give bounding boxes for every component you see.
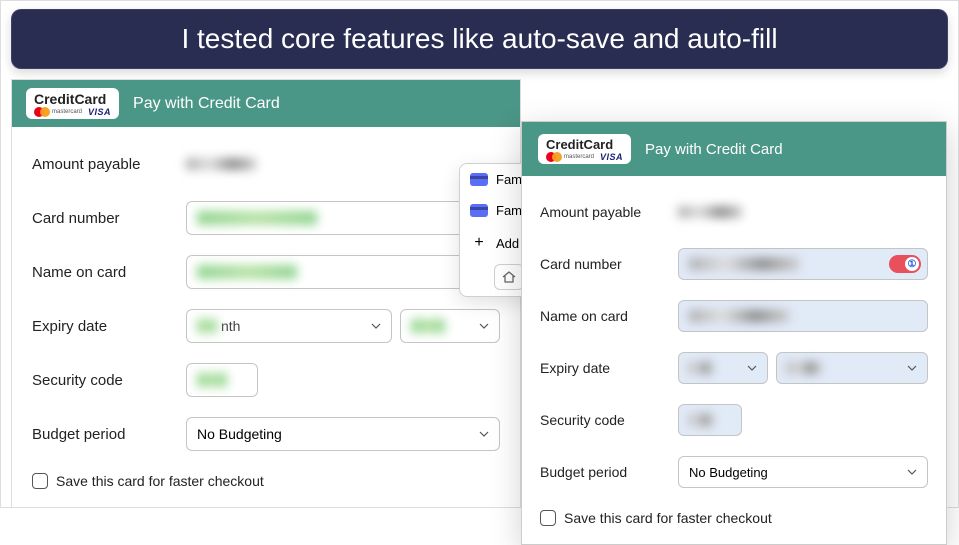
form-body: Amount payable Card number ① Name on car… <box>522 176 946 544</box>
name-on-card-input[interactable] <box>678 300 928 332</box>
save-card-label: Save this card for faster checkout <box>564 510 772 526</box>
name-on-card-label: Name on card <box>540 308 660 324</box>
mastercard-icon: mastercard <box>34 107 82 117</box>
card-number-input[interactable]: ① <box>678 248 928 280</box>
security-code-input[interactable] <box>678 404 742 436</box>
name-on-card-label: Name on card <box>32 264 168 281</box>
chevron-down-icon <box>371 321 381 331</box>
save-card-checkbox[interactable] <box>32 473 48 489</box>
name-on-card-input[interactable] <box>186 255 500 289</box>
checkout-header: CreditCard mastercard VISA Pay with Cred… <box>12 80 520 127</box>
checkout-header: CreditCard mastercard VISA Pay with Cred… <box>522 122 946 176</box>
amount-value <box>186 147 500 181</box>
credit-card-icon <box>470 173 488 186</box>
budget-period-label: Budget period <box>540 464 660 480</box>
home-icon <box>501 270 517 284</box>
visa-icon: VISA <box>600 153 623 162</box>
amount-value <box>678 196 928 228</box>
chevron-down-icon <box>907 467 917 477</box>
amount-label: Amount payable <box>540 204 660 220</box>
checkout-panel-right: CreditCard mastercard VISA Pay with Cred… <box>521 121 947 545</box>
budget-period-select[interactable]: No Budgeting <box>678 456 928 488</box>
save-card-label: Save this card for faster checkout <box>56 473 264 489</box>
logo-text: CreditCard <box>34 92 106 106</box>
card-number-label: Card number <box>540 256 660 272</box>
security-code-label: Security code <box>32 372 168 389</box>
password-manager-toggle[interactable]: ① <box>889 255 921 273</box>
expiry-date-label: Expiry date <box>540 360 660 376</box>
credit-card-logo: CreditCard mastercard VISA <box>26 88 119 119</box>
expiry-year-select[interactable] <box>400 309 500 343</box>
caption-text: I tested core features like auto-save an… <box>181 23 777 54</box>
save-card-row[interactable]: Save this card for faster checkout <box>32 461 500 489</box>
card-number-input[interactable] <box>186 201 500 235</box>
checkout-panel-left: CreditCard mastercard VISA Pay with Cred… <box>11 79 521 508</box>
budget-period-label: Budget period <box>32 426 168 443</box>
chevron-down-icon <box>479 429 489 439</box>
card-number-label: Card number <box>32 210 168 227</box>
security-code-label: Security code <box>540 412 660 428</box>
save-card-row[interactable]: Save this card for faster checkout <box>540 498 928 526</box>
autofill-home-button[interactable] <box>494 264 524 290</box>
header-title: Pay with Credit Card <box>645 141 783 158</box>
mastercard-icon: mastercard <box>546 152 594 162</box>
form-body: Amount payable Card number Name on card … <box>12 127 520 507</box>
plus-icon: + <box>470 234 488 252</box>
chevron-down-icon <box>907 363 917 373</box>
logo-text: CreditCard <box>546 138 613 151</box>
expiry-month-select[interactable]: nth <box>186 309 392 343</box>
chevron-down-icon <box>479 321 489 331</box>
visa-icon: VISA <box>88 108 111 117</box>
credit-card-icon <box>470 204 488 217</box>
budget-period-select[interactable]: No Budgeting <box>186 417 500 451</box>
security-code-input[interactable] <box>186 363 258 397</box>
save-card-checkbox[interactable] <box>540 510 556 526</box>
amount-label: Amount payable <box>32 156 168 173</box>
expiry-date-label: Expiry date <box>32 318 168 335</box>
caption-banner: I tested core features like auto-save an… <box>11 9 948 69</box>
expiry-year-select[interactable] <box>776 352 928 384</box>
credit-card-logo: CreditCard mastercard VISA <box>538 134 631 164</box>
chevron-down-icon <box>747 363 757 373</box>
header-title: Pay with Credit Card <box>133 95 280 113</box>
expiry-month-select[interactable] <box>678 352 768 384</box>
